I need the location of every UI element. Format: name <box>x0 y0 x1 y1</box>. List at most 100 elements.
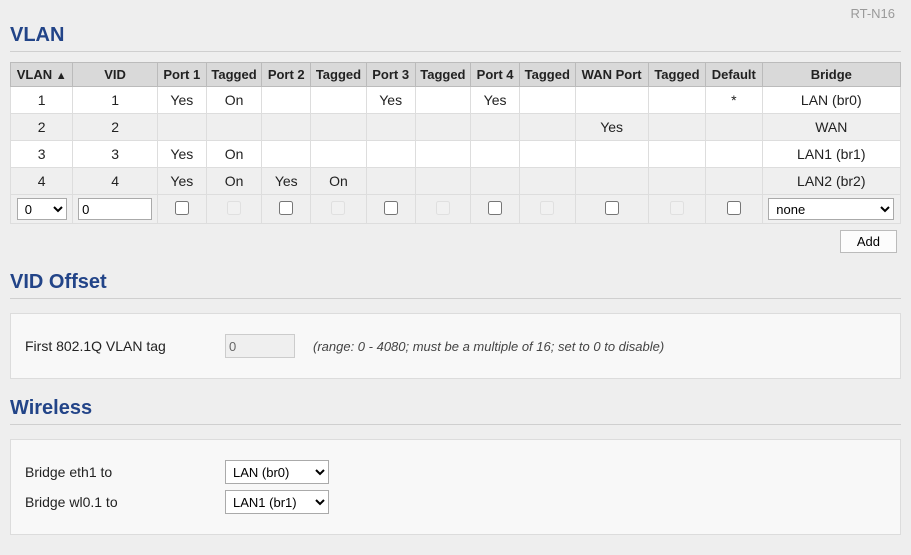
col-def[interactable]: Default <box>706 63 762 87</box>
cell-wan <box>575 141 648 168</box>
cell-tag3 <box>415 87 470 114</box>
cell-bridge: WAN <box>762 114 900 141</box>
col-tag2[interactable]: Tagged <box>311 63 366 87</box>
cell-tag3 <box>415 141 470 168</box>
cell-wantag <box>648 168 705 195</box>
col-tag1[interactable]: Tagged <box>206 63 261 87</box>
table-row[interactable]: 22 Yes WAN <box>11 114 901 141</box>
wan-checkbox[interactable] <box>605 201 619 215</box>
wireless-row: Bridge wl0.1 toLAN1 (br1) <box>25 490 886 514</box>
offset-input[interactable] <box>225 334 295 358</box>
col-vlan-label: VLAN <box>17 67 52 82</box>
cell-port1: Yes <box>157 141 206 168</box>
sort-asc-icon: ▲ <box>56 70 67 82</box>
router-model: RT-N16 <box>850 6 895 21</box>
cell-bridge: LAN1 (br1) <box>762 141 900 168</box>
col-wan[interactable]: WAN Port <box>575 63 648 87</box>
cell-wan: Yes <box>575 114 648 141</box>
wireless-bridge-select[interactable]: LAN1 (br1) <box>225 490 329 514</box>
cell-vlan: 4 <box>11 168 73 195</box>
cell-bridge: LAN2 (br2) <box>762 168 900 195</box>
tag2-checkbox <box>331 201 345 215</box>
cell-wan <box>575 168 648 195</box>
cell-vlan: 1 <box>11 87 73 114</box>
table-row[interactable]: 44YesOnYesOnLAN2 (br2) <box>11 168 901 195</box>
section-wireless-title: Wireless <box>10 397 901 425</box>
wireless-bridge-select[interactable]: LAN (br0) <box>225 460 329 484</box>
cell-def <box>706 168 762 195</box>
col-port3[interactable]: Port 3 <box>366 63 415 87</box>
wantag-checkbox <box>670 201 684 215</box>
tag3-checkbox <box>436 201 450 215</box>
cell-def: * <box>706 87 762 114</box>
col-tag4[interactable]: Tagged <box>520 63 575 87</box>
cell-tag3 <box>415 168 470 195</box>
offset-panel: First 802.1Q VLAN tag (range: 0 - 4080; … <box>10 313 901 379</box>
col-vid[interactable]: VID <box>73 63 157 87</box>
cell-port2 <box>262 114 311 141</box>
port1-checkbox[interactable] <box>175 201 189 215</box>
cell-port3 <box>366 168 415 195</box>
cell-tag2: On <box>311 168 366 195</box>
cell-def <box>706 141 762 168</box>
cell-vlan: 3 <box>11 141 73 168</box>
section-offset-title: VID Offset <box>10 271 901 299</box>
col-port4[interactable]: Port 4 <box>471 63 520 87</box>
port2-checkbox[interactable] <box>279 201 293 215</box>
cell-vid: 4 <box>73 168 157 195</box>
cell-port1 <box>157 114 206 141</box>
wireless-label: Bridge wl0.1 to <box>25 494 225 510</box>
cell-port1: Yes <box>157 168 206 195</box>
cell-port3: Yes <box>366 87 415 114</box>
col-port1[interactable]: Port 1 <box>157 63 206 87</box>
cell-tag3 <box>415 114 470 141</box>
port3-checkbox[interactable] <box>384 201 398 215</box>
cell-vid: 3 <box>73 141 157 168</box>
cell-wantag <box>648 141 705 168</box>
cell-port2 <box>262 141 311 168</box>
vid-input[interactable] <box>78 198 152 220</box>
tag1-checkbox <box>227 201 241 215</box>
default-checkbox[interactable] <box>727 201 741 215</box>
cell-tag4 <box>520 168 575 195</box>
cell-wan <box>575 87 648 114</box>
cell-vid: 2 <box>73 114 157 141</box>
cell-tag4 <box>520 87 575 114</box>
cell-tag1: On <box>206 141 261 168</box>
cell-port1: Yes <box>157 87 206 114</box>
cell-port4: Yes <box>471 87 520 114</box>
cell-tag2 <box>311 114 366 141</box>
cell-port3 <box>366 141 415 168</box>
cell-vlan: 2 <box>11 114 73 141</box>
table-row[interactable]: 11YesOnYesYes*LAN (br0) <box>11 87 901 114</box>
cell-tag2 <box>311 141 366 168</box>
cell-wantag <box>648 114 705 141</box>
col-vlan[interactable]: VLAN ▲ <box>11 63 73 87</box>
offset-hint: (range: 0 - 4080; must be a multiple of … <box>313 339 664 354</box>
section-vlan-title: VLAN <box>10 24 901 52</box>
cell-port2: Yes <box>262 168 311 195</box>
port4-checkbox[interactable] <box>488 201 502 215</box>
cell-tag1: On <box>206 168 261 195</box>
cell-vid: 1 <box>73 87 157 114</box>
add-button[interactable]: Add <box>840 230 897 253</box>
vlan-select[interactable]: 0 <box>17 198 67 220</box>
wireless-row: Bridge eth1 toLAN (br0) <box>25 460 886 484</box>
tag4-checkbox <box>540 201 554 215</box>
table-row[interactable]: 33YesOnLAN1 (br1) <box>11 141 901 168</box>
cell-tag4 <box>520 114 575 141</box>
cell-port4 <box>471 141 520 168</box>
cell-port4 <box>471 168 520 195</box>
cell-tag2 <box>311 87 366 114</box>
cell-port3 <box>366 114 415 141</box>
vlan-input-row: 0 none <box>11 195 901 224</box>
cell-def <box>706 114 762 141</box>
offset-label: First 802.1Q VLAN tag <box>25 338 225 354</box>
vlan-table: VLAN ▲ VID Port 1 Tagged Port 2 Tagged P… <box>10 62 901 224</box>
col-wantag[interactable]: Tagged <box>648 63 705 87</box>
col-port2[interactable]: Port 2 <box>262 63 311 87</box>
col-tag3[interactable]: Tagged <box>415 63 470 87</box>
bridge-select[interactable]: none <box>768 198 894 220</box>
cell-tag4 <box>520 141 575 168</box>
col-bridge[interactable]: Bridge <box>762 63 900 87</box>
